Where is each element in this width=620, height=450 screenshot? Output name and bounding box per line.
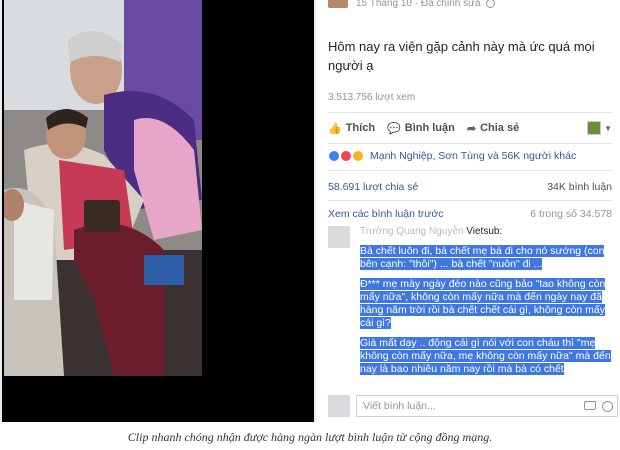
post-stats: 58.691 lượt chia sẻ 34K bình luận	[328, 181, 612, 193]
angry-reaction-icon	[340, 150, 352, 162]
profile-thumbnail	[587, 121, 602, 135]
previous-count: 6 trong số 34.578	[530, 208, 612, 220]
user-avatar	[328, 395, 350, 417]
video-player[interactable]	[2, 0, 314, 422]
emoji-icon[interactable]	[602, 400, 613, 412]
action-bar: 👍 Thích 💬 Bình luận ➦ Chia sẻ ▼	[328, 118, 612, 138]
camera-icon[interactable]	[584, 400, 596, 410]
comment-button[interactable]: 💬 Bình luận	[387, 122, 455, 135]
comment-header: Trường Quang Nguyễn Vietsub:	[360, 226, 502, 237]
comment-lead: Vietsub:	[466, 226, 503, 237]
sad-reaction-icon	[352, 150, 364, 162]
facebook-video-post: 15 Tháng 10 · Đã chỉnh sửa Hôm nay ra vi…	[0, 0, 620, 422]
divider	[328, 112, 612, 113]
reactions-text: Mạnh Nghiệp, Sơn Tùng và 56K người khác	[370, 150, 577, 162]
comment-paragraph: Bà chết luôn đi, bà chết mẹ bà đi cho nó…	[360, 245, 605, 270]
like-button[interactable]: 👍 Thích	[328, 122, 375, 135]
comment-icon: 💬	[387, 122, 401, 135]
chevron-down-icon: ▼	[604, 123, 612, 133]
view-count: 3.513.756 lượt xem	[328, 92, 416, 103]
image-caption: Clip nhanh chóng nhận được hàng ngàn lượ…	[127, 430, 493, 444]
comment-paragraph: Đ*** mẹ mày ngày đéo nào cũng bảo "tao k…	[360, 278, 606, 329]
post-date[interactable]: 15 Tháng 10	[356, 0, 412, 9]
edited-label[interactable]: Đã chỉnh sửa	[421, 0, 481, 9]
previous-comments-row: Xem các bình luận trước 6 trong số 34.57…	[328, 208, 612, 220]
reactions-summary[interactable]: Mạnh Nghiệp, Sơn Tùng và 56K người khác	[328, 150, 576, 162]
post-panel: 15 Tháng 10 · Đã chỉnh sửa Hôm nay ra vi…	[316, 0, 620, 422]
divider	[328, 143, 612, 144]
share-count[interactable]: 58.691 lượt chia sẻ	[328, 181, 418, 193]
divider	[328, 200, 612, 201]
comment-count[interactable]: 34K bình luận	[547, 181, 612, 193]
page-avatar[interactable]	[328, 0, 348, 8]
commenter-avatar[interactable]	[328, 226, 350, 248]
video-frame	[4, 0, 202, 376]
comment-composer: Viết bình luận...	[328, 394, 618, 418]
divider	[328, 170, 612, 171]
like-reaction-icon	[328, 150, 340, 162]
comment-placeholder: Viết bình luận...	[363, 400, 436, 412]
share-icon: ➦	[466, 122, 477, 135]
comment-paragraph: Già mất dạy .. động cái gì nói với con c…	[360, 337, 611, 375]
like-icon: 👍	[328, 122, 342, 135]
comment-author[interactable]: Trường Quang Nguyễn	[360, 226, 464, 237]
globe-icon	[486, 0, 496, 8]
comment-input[interactable]: Viết bình luận...	[356, 395, 618, 417]
comment-text: Bà chết luôn đi, bà chết mẹ bà đi cho nó…	[360, 245, 614, 383]
post-message: Hôm nay ra viện gặp cảnh này mà ức quá m…	[328, 39, 595, 73]
share-as-selector[interactable]: ▼	[587, 121, 612, 135]
share-button[interactable]: ➦ Chia sẻ	[467, 122, 519, 135]
view-previous-link[interactable]: Xem các bình luận trước	[328, 208, 443, 220]
post-meta: 15 Tháng 10 · Đã chỉnh sửa	[356, 0, 496, 9]
